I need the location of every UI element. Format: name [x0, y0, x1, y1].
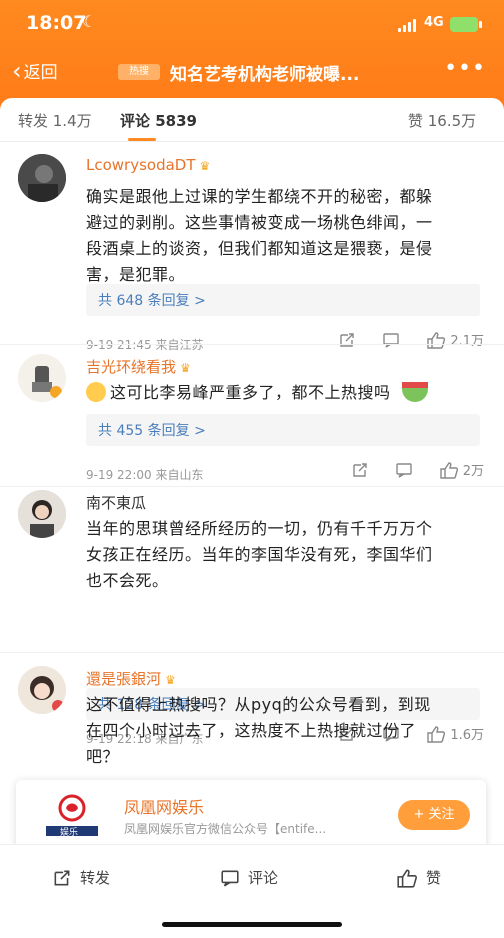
- thumbs-up-icon: [397, 869, 417, 888]
- follow-account-card[interactable]: 娱乐 凤凰网娱乐 凤凰网娱乐官方微信公众号【entife... + 关注: [16, 780, 486, 850]
- hot-search-tag: 热搜: [118, 64, 160, 80]
- like-count: 2万: [462, 464, 484, 479]
- network-type: 4G: [424, 15, 444, 30]
- comment-line: 避过的剥削。这些事情被变成一场桃色绯闻，一: [86, 213, 433, 232]
- tab-repost[interactable]: 转发 1.4万: [18, 110, 92, 131]
- share-icon: [340, 332, 355, 347]
- avatar[interactable]: [18, 666, 66, 714]
- username-text: 還是張銀河: [86, 670, 162, 688]
- back-button[interactable]: ‹ 返回: [12, 56, 58, 85]
- like-count: 2.1万: [450, 334, 484, 349]
- comment-line: 确实是跟他上过课的学生都绕不开的秘密，都躲: [86, 187, 433, 206]
- comment-text: 这可比李易峰严重多了，都不上热搜吗: [86, 380, 480, 406]
- comment-line: 吧？: [86, 747, 120, 766]
- comment-line: 这可比李易峰严重多了，都不上热搜吗: [110, 383, 391, 402]
- tab-likes[interactable]: 赞 16.5万: [408, 110, 476, 131]
- logo-text: 娱乐: [60, 828, 79, 838]
- reply-button[interactable]: [382, 331, 400, 349]
- divider: [0, 652, 504, 653]
- username[interactable]: 吉光环绕看我 ♛: [86, 356, 191, 377]
- comment-text: 确实是跟他上过课的学生都绕不开的秘密，都躲 避过的剥削。这些事情被变成一场桃色绯…: [86, 184, 472, 288]
- home-indicator[interactable]: [162, 922, 342, 927]
- like-label: 赞: [426, 869, 442, 887]
- divider: [0, 486, 504, 487]
- brand-name[interactable]: 凤凰网娱乐: [124, 794, 204, 818]
- comment-icon: [396, 462, 412, 478]
- comment-label: 评论: [248, 869, 279, 887]
- view-replies-link[interactable]: 共 455 条回复 >: [98, 420, 206, 440]
- comment-line: 这不值得上热搜吗？从pyq的公众号看到，到现: [86, 695, 431, 714]
- brand-logo: 娱乐: [38, 790, 106, 840]
- comment-button[interactable]: 评论: [220, 867, 278, 888]
- like-bottom-button[interactable]: 赞: [396, 867, 441, 888]
- reply-summary[interactable]: 共 648 条回复 >: [86, 284, 480, 316]
- more-options-button[interactable]: •••: [444, 56, 486, 81]
- follow-button[interactable]: + 关注: [398, 800, 470, 830]
- comment-sheet: 转发 1.4万 评论 5839 赞 16.5万 LcowrysodaDT ♛ 确实…: [0, 98, 504, 938]
- comment-line: 也不会死。: [86, 571, 169, 590]
- thumbs-up-icon: [440, 461, 458, 479]
- tab-bar: 转发 1.4万 评论 5839 赞 16.5万: [0, 98, 504, 142]
- share-icon: [54, 870, 70, 885]
- comment-icon: [221, 870, 239, 886]
- share-icon: [353, 462, 367, 477]
- like-button[interactable]: 2.1万: [426, 330, 484, 349]
- comment-line: 当年的思琪曾经所经历的一切，仍有千千万万个: [86, 519, 433, 538]
- reply-button[interactable]: [395, 461, 413, 479]
- avatar[interactable]: [18, 154, 66, 202]
- watermelon-emoji-icon: [402, 382, 429, 402]
- repost-label: 转发: [80, 869, 111, 887]
- comment-meta: 9-19 22:00 来自山东: [86, 468, 204, 482]
- tab-comments[interactable]: 评论 5839: [120, 110, 197, 131]
- comment-text: 这不值得上热搜吗？从pyq的公众号看到，到现 在四个小时过去了，这热度不上热搜就…: [86, 692, 472, 770]
- brand-description: 凤凰网娱乐官方微信公众号【entife...: [124, 822, 327, 836]
- thumbs-up-icon: [427, 331, 446, 349]
- status-bar: 18:07 ☾ 4G: [0, 12, 504, 38]
- moon-icon: ☾: [82, 12, 97, 31]
- back-label: 返回: [23, 63, 58, 83]
- comment-icon: [383, 332, 400, 348]
- view-replies-link[interactable]: 共 648 条回复 >: [98, 290, 206, 310]
- like-button[interactable]: 2万: [439, 460, 484, 479]
- share-button[interactable]: [351, 461, 369, 479]
- chevron-left-icon: ‹: [12, 56, 22, 85]
- battery-icon: [450, 17, 482, 32]
- comment-actions: 2.1万: [338, 330, 484, 349]
- comment-line: 女孩正在经历。当年的李国华没有死，李国华们: [86, 545, 433, 564]
- comment-actions: 2万: [351, 460, 484, 479]
- share-button[interactable]: [338, 331, 356, 349]
- comment-line: 段酒桌上的谈资，但我们都知道这是猥亵，是侵: [86, 239, 433, 258]
- active-tab-indicator: [128, 138, 156, 141]
- comment-text: 当年的思琪曾经所经历的一切，仍有千千万万个 女孩正在经历。当年的李国华没有死，李…: [86, 516, 472, 594]
- signal-icon: [398, 19, 418, 32]
- crown-icon: ♛: [180, 361, 191, 375]
- username[interactable]: 南不東瓜: [86, 492, 146, 513]
- page-title: 知名艺考机构老师被曝...: [170, 65, 360, 85]
- repost-button[interactable]: 转发: [52, 867, 110, 888]
- crown-icon: ♛: [165, 673, 176, 687]
- divider: [0, 344, 504, 345]
- emoji-icon: [86, 382, 106, 402]
- username-text: 吉光环绕看我: [86, 358, 177, 376]
- navigation-bar: ‹ 返回 热搜 知名艺考机构老师被曝... •••: [0, 56, 504, 90]
- avatar[interactable]: [18, 354, 66, 402]
- username[interactable]: LcowrysodaDT ♛: [86, 156, 210, 174]
- reply-summary[interactable]: 共 455 条回复 >: [86, 414, 480, 446]
- comment-line: 在四个小时过去了，这热度不上热搜就过份了: [86, 721, 417, 740]
- status-time: 18:07: [26, 12, 87, 34]
- crown-icon: ♛: [199, 159, 211, 173]
- avatar[interactable]: [18, 490, 66, 538]
- username-text: LcowrysodaDT: [86, 156, 196, 174]
- username[interactable]: 還是張銀河 ♛: [86, 668, 176, 689]
